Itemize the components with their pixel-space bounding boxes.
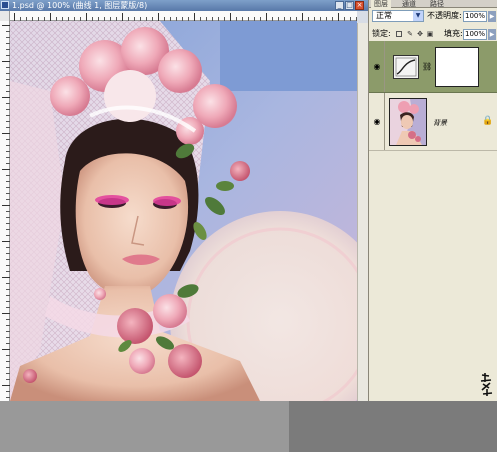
image-canvas[interactable] bbox=[10, 21, 357, 401]
ruler-tick bbox=[50, 13, 51, 21]
layers-list-empty-area bbox=[369, 151, 497, 401]
document-scroll-area[interactable] bbox=[357, 11, 368, 412]
vertical-scrollbar[interactable] bbox=[357, 11, 368, 23]
ruler-tick bbox=[2, 97, 10, 98]
ruler-tick bbox=[2, 61, 10, 62]
horizontal-ruler bbox=[0, 11, 357, 21]
calligraphy-watermark bbox=[479, 372, 495, 398]
ruler-tick bbox=[122, 13, 123, 21]
layers-panel: 图层 通道 路径 正常 ▼ 不透明度: 100% ▶ 锁定: ✎ ✥ ▣ 填充:… bbox=[368, 0, 497, 401]
layer-row-background[interactable]: ◉ 背景 🔒 bbox=[369, 93, 497, 151]
ruler-tick bbox=[2, 277, 10, 278]
curves-icon bbox=[393, 55, 419, 79]
fill-flyout-arrow-icon[interactable]: ▶ bbox=[488, 29, 496, 40]
lock-all-icon[interactable]: ▣ bbox=[426, 30, 434, 38]
ruler-tick bbox=[302, 13, 303, 21]
blend-mode-value: 正常 bbox=[376, 11, 392, 20]
ruler-tick bbox=[338, 13, 339, 21]
ruler-tick bbox=[2, 25, 10, 26]
ruler-tick bbox=[194, 13, 195, 21]
chevron-down-icon[interactable]: ▼ bbox=[413, 11, 423, 21]
lock-label: 锁定: bbox=[372, 29, 391, 38]
photoshop-document-icon bbox=[1, 1, 9, 9]
ruler-origin-corner[interactable] bbox=[0, 11, 10, 21]
maximize-button[interactable]: □ bbox=[345, 1, 354, 10]
opacity-field[interactable]: 100% bbox=[463, 11, 487, 22]
ruler-tick bbox=[2, 205, 10, 206]
layer-visibility-column[interactable]: ◉ bbox=[369, 93, 385, 150]
eye-icon[interactable]: ◉ bbox=[372, 63, 382, 71]
bride-photo bbox=[10, 21, 357, 401]
workspace-gray-area bbox=[0, 401, 289, 452]
ruler-tick bbox=[86, 13, 87, 21]
ruler-tick bbox=[158, 13, 159, 21]
ruler-tick bbox=[2, 169, 10, 170]
layer-row-curves-adjustment[interactable]: ◉ ⛓ bbox=[369, 41, 497, 93]
vertical-ruler bbox=[0, 21, 10, 401]
document-title: 1.psd @ 100% (曲线 1, 图层蒙版/8) bbox=[12, 1, 148, 10]
ruler-tick bbox=[2, 133, 10, 134]
close-button[interactable]: × bbox=[355, 1, 364, 10]
tab-layers[interactable]: 图层 bbox=[371, 0, 391, 8]
ruler-tick bbox=[2, 241, 10, 242]
layer-mask-thumbnail[interactable] bbox=[435, 47, 479, 87]
ruler-tick bbox=[266, 13, 267, 21]
tab-paths[interactable]: 路径 bbox=[427, 0, 447, 8]
ruler-tick bbox=[2, 313, 10, 314]
chain-link-icon[interactable]: ⛓ bbox=[422, 62, 432, 71]
lock-transparency-icon[interactable] bbox=[396, 31, 402, 37]
fill-label: 填充: bbox=[444, 29, 463, 38]
lock-icon: 🔒 bbox=[482, 116, 494, 126]
fill-field[interactable]: 100% bbox=[463, 29, 487, 40]
tab-channels[interactable]: 通道 bbox=[399, 0, 419, 8]
document-title-bar[interactable]: 1.psd @ 100% (曲线 1, 图层蒙版/8) _ □ × bbox=[0, 0, 368, 11]
opacity-label: 不透明度: bbox=[427, 11, 462, 20]
ruler-tick bbox=[230, 13, 231, 21]
lock-position-move-icon[interactable]: ✥ bbox=[416, 30, 424, 38]
layer-name-background: 背景 bbox=[433, 119, 447, 127]
ruler-tick bbox=[14, 13, 15, 21]
background-layer-thumbnail[interactable] bbox=[389, 98, 427, 146]
ruler-tick bbox=[2, 349, 10, 350]
lock-paint-brush-icon[interactable]: ✎ bbox=[406, 30, 414, 38]
blend-mode-select[interactable]: 正常 ▼ bbox=[372, 10, 424, 22]
opacity-flyout-arrow-icon[interactable]: ▶ bbox=[488, 11, 496, 22]
ruler-tick bbox=[2, 385, 10, 386]
workspace-dark-area bbox=[289, 401, 497, 452]
minimize-button[interactable]: _ bbox=[335, 1, 344, 10]
eye-icon[interactable]: ◉ bbox=[372, 118, 382, 126]
layer-visibility-column[interactable]: ◉ bbox=[369, 41, 385, 92]
panel-tab-bar: 图层 通道 路径 bbox=[369, 0, 497, 8]
